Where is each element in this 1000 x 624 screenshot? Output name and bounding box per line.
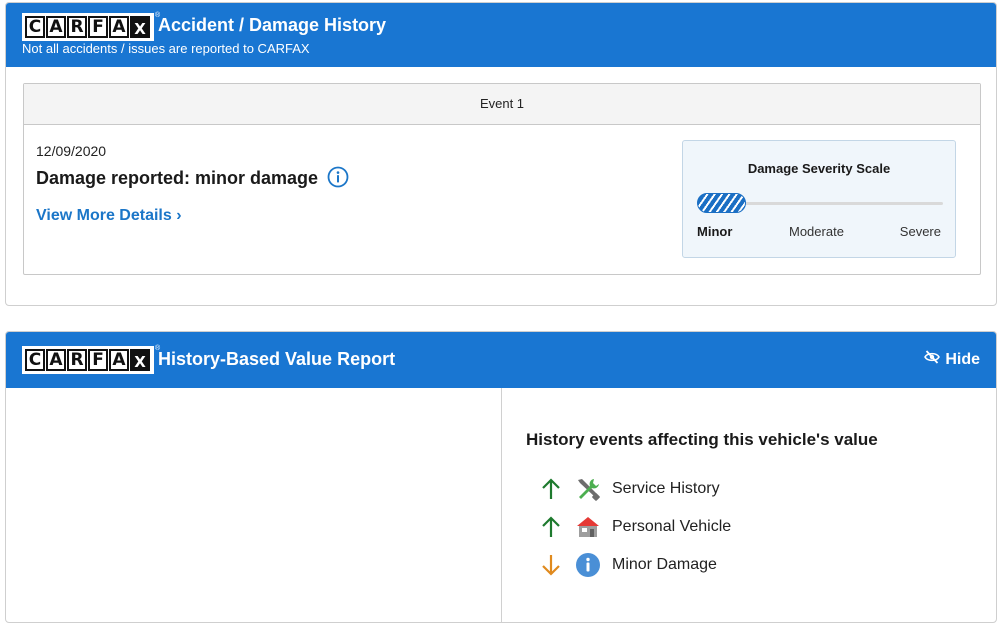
accident-header: C A R F A X ® Accident / Damage History … [6, 3, 996, 67]
column-divider [501, 388, 502, 622]
house-icon [574, 514, 602, 540]
events-title: History events affecting this vehicle's … [526, 430, 878, 449]
view-more-details-link[interactable]: View More Details › [36, 207, 182, 225]
arrow-down-icon [538, 554, 564, 576]
event-title-text: Damage reported: minor damage [36, 168, 319, 188]
info-icon[interactable] [327, 166, 349, 193]
event-row-personal-vehicle: Personal Vehicle [538, 512, 731, 542]
severity-label-moderate: Moderate [789, 224, 844, 239]
event-header: Event 1 [24, 84, 980, 125]
event-row-service-history: Service History [538, 474, 720, 504]
severity-fill [697, 193, 746, 213]
event-label: Service History [612, 480, 720, 497]
event-date: 12/09/2020 [36, 143, 107, 159]
hide-label: Hide [945, 350, 980, 368]
arrow-up-icon [538, 516, 564, 538]
event-label: Personal Vehicle [612, 518, 732, 535]
accident-damage-card: C A R F A X ® Accident / Damage History … [5, 2, 997, 306]
severity-label-severe: Severe [899, 224, 941, 239]
value-report-header: C A R F A X ® History-Based Value Report… [6, 332, 996, 388]
event-title: Damage reported: minor damage [36, 164, 349, 193]
hide-button[interactable]: Hide [924, 350, 980, 369]
event-box: Event 1 12/09/2020 Damage reported: mino… [23, 83, 981, 275]
event-row-minor-damage: Minor Damage [538, 550, 717, 580]
info-icon [574, 552, 602, 578]
severity-label-minor: Minor [697, 224, 733, 239]
eye-slash-icon [924, 350, 945, 369]
damage-severity-scale: Damage Severity Scale Minor Moderate Sev… [682, 140, 956, 258]
value-report-body: History events affecting this vehicle's … [6, 388, 996, 622]
tools-icon [574, 476, 602, 502]
value-report-title: History-Based Value Report [158, 349, 396, 369]
carfax-logo: C A R F A X ® [22, 12, 160, 41]
value-report-card: C A R F A X ® History-Based Value Report… [5, 331, 997, 623]
accident-title: Accident / Damage History [158, 15, 387, 35]
severity-title: Damage Severity Scale [747, 161, 891, 176]
arrow-up-icon [538, 478, 564, 500]
event-label: Minor Damage [612, 556, 717, 573]
carfax-logo: C A R F A X ® [22, 345, 160, 374]
accident-subtitle: Not all accidents / issues are reported … [22, 41, 310, 56]
